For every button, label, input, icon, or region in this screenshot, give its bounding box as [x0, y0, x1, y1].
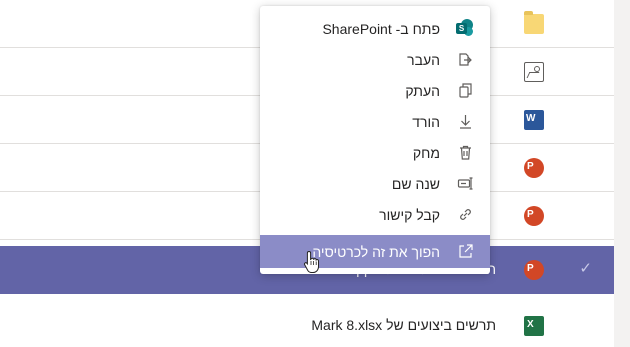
menu-item-label: שנה שם [391, 176, 440, 192]
menu-item-get-link[interactable]: קבל קישור [260, 199, 490, 230]
powerpoint-icon [524, 158, 544, 178]
file-row[interactable]: תרשים ביצועים של Mark 8.xlsx [0, 302, 614, 347]
powerpoint-icon [524, 260, 544, 280]
menu-item-open-in-sharepoint[interactable]: S פתח ב- SharePoint [260, 13, 490, 44]
excel-icon [524, 316, 544, 336]
menu-item-move[interactable]: העבר [260, 44, 490, 75]
menu-item-make-tab[interactable]: הפוך את זה לכרטיסיה [260, 235, 490, 268]
menu-item-label: הורד [412, 114, 440, 130]
powerpoint-icon [524, 206, 544, 226]
menu-item-label: פתח ב- SharePoint [322, 21, 440, 37]
menu-item-label: קבל קישור [379, 207, 440, 223]
context-menu: S פתח ב- SharePoint העבר העתק הורד מחק ש… [260, 6, 490, 274]
open-in-tab-icon [457, 243, 474, 260]
menu-item-delete[interactable]: מחק [260, 137, 490, 168]
trash-icon [457, 144, 474, 161]
rename-icon [457, 175, 474, 192]
menu-item-label: הפוך את זה לכרטיסיה [312, 244, 440, 260]
word-icon [524, 110, 544, 130]
image-icon [524, 62, 544, 82]
move-icon [457, 51, 474, 68]
menu-item-download[interactable]: הורד [260, 106, 490, 137]
menu-item-label: העבר [407, 52, 440, 68]
scrollbar[interactable] [614, 0, 630, 347]
menu-item-label: העתק [405, 83, 440, 99]
download-icon [457, 113, 474, 130]
menu-item-rename[interactable]: שנה שם [260, 168, 490, 199]
file-name[interactable]: תרשים ביצועים של Mark 8.xlsx [311, 317, 496, 333]
menu-item-label: מחק [412, 145, 440, 161]
check-icon[interactable]: ✓ [579, 259, 592, 277]
link-icon [457, 206, 474, 223]
menu-item-copy[interactable]: העתק [260, 75, 490, 106]
hand-cursor-icon [303, 250, 321, 274]
sharepoint-icon: S [456, 19, 474, 37]
copy-icon [457, 82, 474, 99]
folder-icon [524, 11, 544, 34]
